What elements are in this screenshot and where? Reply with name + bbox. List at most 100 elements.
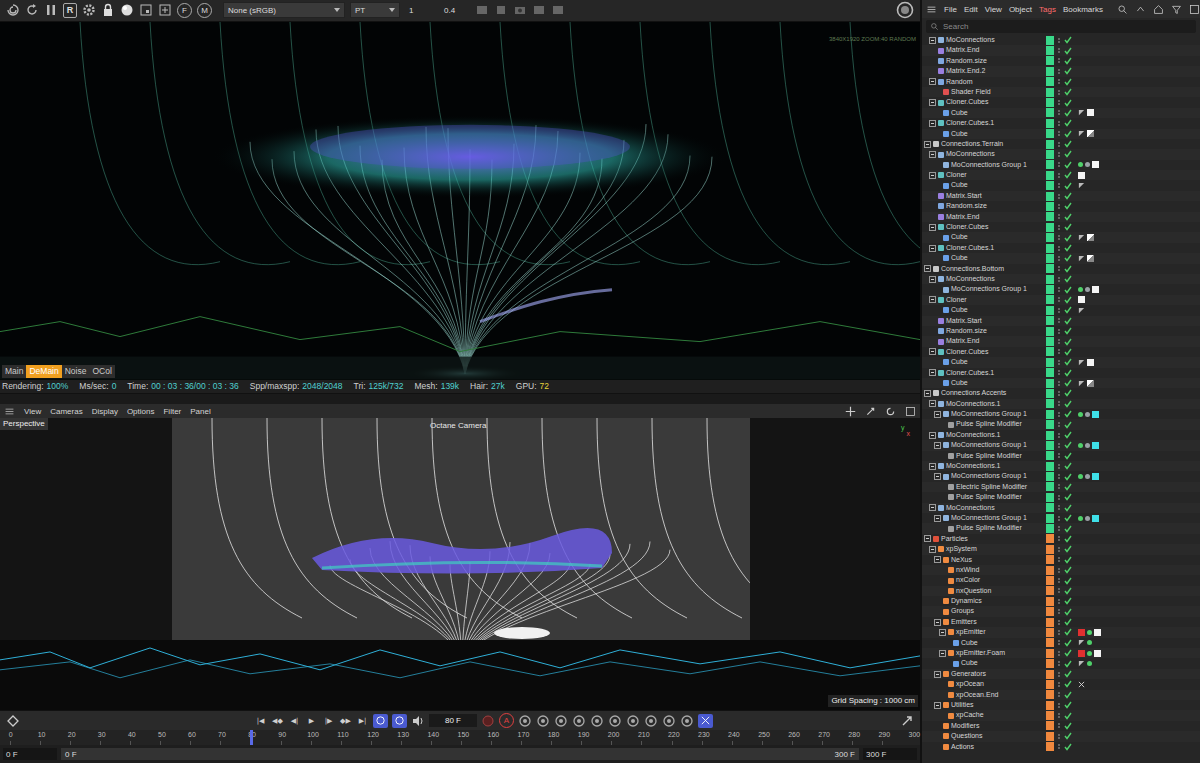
menu-item[interactable]: File <box>944 5 957 14</box>
enable-toggle[interactable] <box>1064 223 1073 231</box>
expand-toggle[interactable] <box>929 276 936 283</box>
layer-color[interactable] <box>1046 347 1054 356</box>
visibility-dots[interactable] <box>1056 495 1062 500</box>
layer-color[interactable] <box>1046 586 1054 595</box>
layer-color[interactable] <box>1046 254 1054 263</box>
object-row[interactable]: Generators <box>922 669 1200 679</box>
expand-toggle[interactable] <box>934 442 941 449</box>
tag-icon[interactable] <box>1078 162 1083 167</box>
enable-toggle[interactable] <box>1064 265 1073 273</box>
tag-icon[interactable] <box>1078 359 1085 366</box>
layer-color[interactable] <box>1046 742 1054 751</box>
expand-toggle[interactable] <box>929 348 936 355</box>
enable-toggle[interactable] <box>1064 47 1073 55</box>
layer-color[interactable] <box>1046 171 1054 180</box>
layer-color[interactable] <box>1046 98 1054 107</box>
expand-toggle[interactable] <box>934 473 941 480</box>
menu-item[interactable]: Tags <box>1039 5 1056 14</box>
layer-color[interactable] <box>1046 244 1054 253</box>
object-row[interactable]: xpEmitter <box>922 627 1200 637</box>
visibility-dots[interactable] <box>1056 464 1062 469</box>
key-mode-icon[interactable] <box>662 714 676 728</box>
visibility-dots[interactable] <box>1056 131 1062 136</box>
key-filter-toggle[interactable] <box>698 714 713 728</box>
expand-toggle[interactable] <box>934 702 941 709</box>
layer-color[interactable] <box>1046 638 1054 647</box>
pass-tab[interactable]: DeMain <box>26 365 61 378</box>
layer-color[interactable] <box>1046 576 1054 585</box>
tag-icon[interactable] <box>1092 161 1099 168</box>
object-row[interactable]: Matrix.End <box>922 336 1200 346</box>
letter-button[interactable]: F <box>177 3 192 18</box>
expand-toggle[interactable] <box>929 37 936 44</box>
enable-toggle[interactable] <box>1064 202 1073 210</box>
enable-toggle[interactable] <box>1064 150 1073 158</box>
object-row[interactable]: Random.size <box>922 326 1200 336</box>
expand-toggle[interactable] <box>929 172 936 179</box>
filter-icon[interactable] <box>1171 4 1182 15</box>
object-row[interactable]: Cube <box>922 129 1200 139</box>
visibility-dots[interactable] <box>1056 640 1062 645</box>
tag-icon[interactable] <box>1078 130 1085 137</box>
enable-toggle[interactable] <box>1064 473 1073 481</box>
layer-color[interactable] <box>1046 607 1054 616</box>
enable-toggle[interactable] <box>1064 389 1073 397</box>
maximize-icon[interactable] <box>905 406 916 417</box>
visibility-dots[interactable] <box>1056 110 1062 115</box>
visibility-dots[interactable] <box>1056 433 1062 438</box>
layer-color[interactable] <box>1046 223 1054 232</box>
enable-toggle[interactable] <box>1064 680 1073 688</box>
visibility-dots[interactable] <box>1056 183 1062 188</box>
layer-color[interactable] <box>1046 160 1054 169</box>
visibility-dots[interactable] <box>1056 484 1062 489</box>
visibility-dots[interactable] <box>1056 443 1062 448</box>
object-row[interactable]: Pulse Spline Modifier <box>922 419 1200 429</box>
visibility-dots[interactable] <box>1056 38 1062 43</box>
object-row[interactable]: nxColor <box>922 575 1200 585</box>
menu-icon[interactable] <box>4 406 15 417</box>
viewport-menu-item[interactable]: View <box>24 407 41 416</box>
object-row[interactable]: Matrix.End.2 <box>922 66 1200 76</box>
enable-toggle[interactable] <box>1064 483 1073 491</box>
object-row[interactable]: MoConnections Group 1 <box>922 471 1200 481</box>
object-row[interactable]: Cloner.Cubes.1 <box>922 118 1200 128</box>
object-row[interactable]: Matrix.End <box>922 212 1200 222</box>
current-frame-field[interactable]: 80 F <box>429 714 477 727</box>
tag-icon[interactable] <box>1085 162 1090 167</box>
add-icon[interactable] <box>158 3 172 17</box>
tag-icon[interactable] <box>1085 474 1090 479</box>
layer-color[interactable] <box>1046 212 1054 221</box>
layer-color[interactable] <box>1046 67 1054 76</box>
object-row[interactable]: Pulse Spline Modifier <box>922 451 1200 461</box>
layer-color[interactable] <box>1046 56 1054 65</box>
object-row[interactable]: Particles <box>922 534 1200 544</box>
tag-icon[interactable] <box>1087 359 1094 366</box>
object-row[interactable]: MoConnections <box>922 503 1200 513</box>
enable-toggle[interactable] <box>1064 379 1073 387</box>
refresh-icon[interactable] <box>25 3 39 17</box>
object-row[interactable]: Cloner.Cubes <box>922 347 1200 357</box>
timeline-ruler[interactable]: 0102030405060708090100110120130140150160… <box>0 730 920 745</box>
tag-icon[interactable] <box>1092 286 1099 293</box>
visibility-dots[interactable] <box>1056 713 1062 718</box>
layer-color[interactable] <box>1046 732 1054 741</box>
visibility-dots[interactable] <box>1056 121 1062 126</box>
enable-toggle[interactable] <box>1064 317 1073 325</box>
layer-color[interactable] <box>1046 399 1054 408</box>
enable-toggle[interactable] <box>1064 493 1073 501</box>
object-row[interactable]: Matrix.End <box>922 45 1200 55</box>
visibility-dots[interactable] <box>1056 422 1062 427</box>
visibility-dots[interactable] <box>1056 142 1062 147</box>
tag-icon[interactable] <box>1094 650 1101 657</box>
object-row[interactable]: MoConnections.1 <box>922 430 1200 440</box>
sliders-icon[interactable] <box>551 3 565 17</box>
enable-toggle[interactable] <box>1064 36 1073 44</box>
octane-logo-icon[interactable] <box>896 1 914 19</box>
object-row[interactable]: MoConnections <box>922 35 1200 45</box>
tag-icon[interactable] <box>1078 380 1085 387</box>
object-row[interactable]: xpCache <box>922 710 1200 720</box>
expand-toggle[interactable] <box>939 650 946 657</box>
enable-toggle[interactable] <box>1064 628 1073 636</box>
object-row[interactable]: Random.size <box>922 56 1200 66</box>
visibility-dots[interactable] <box>1056 194 1062 199</box>
